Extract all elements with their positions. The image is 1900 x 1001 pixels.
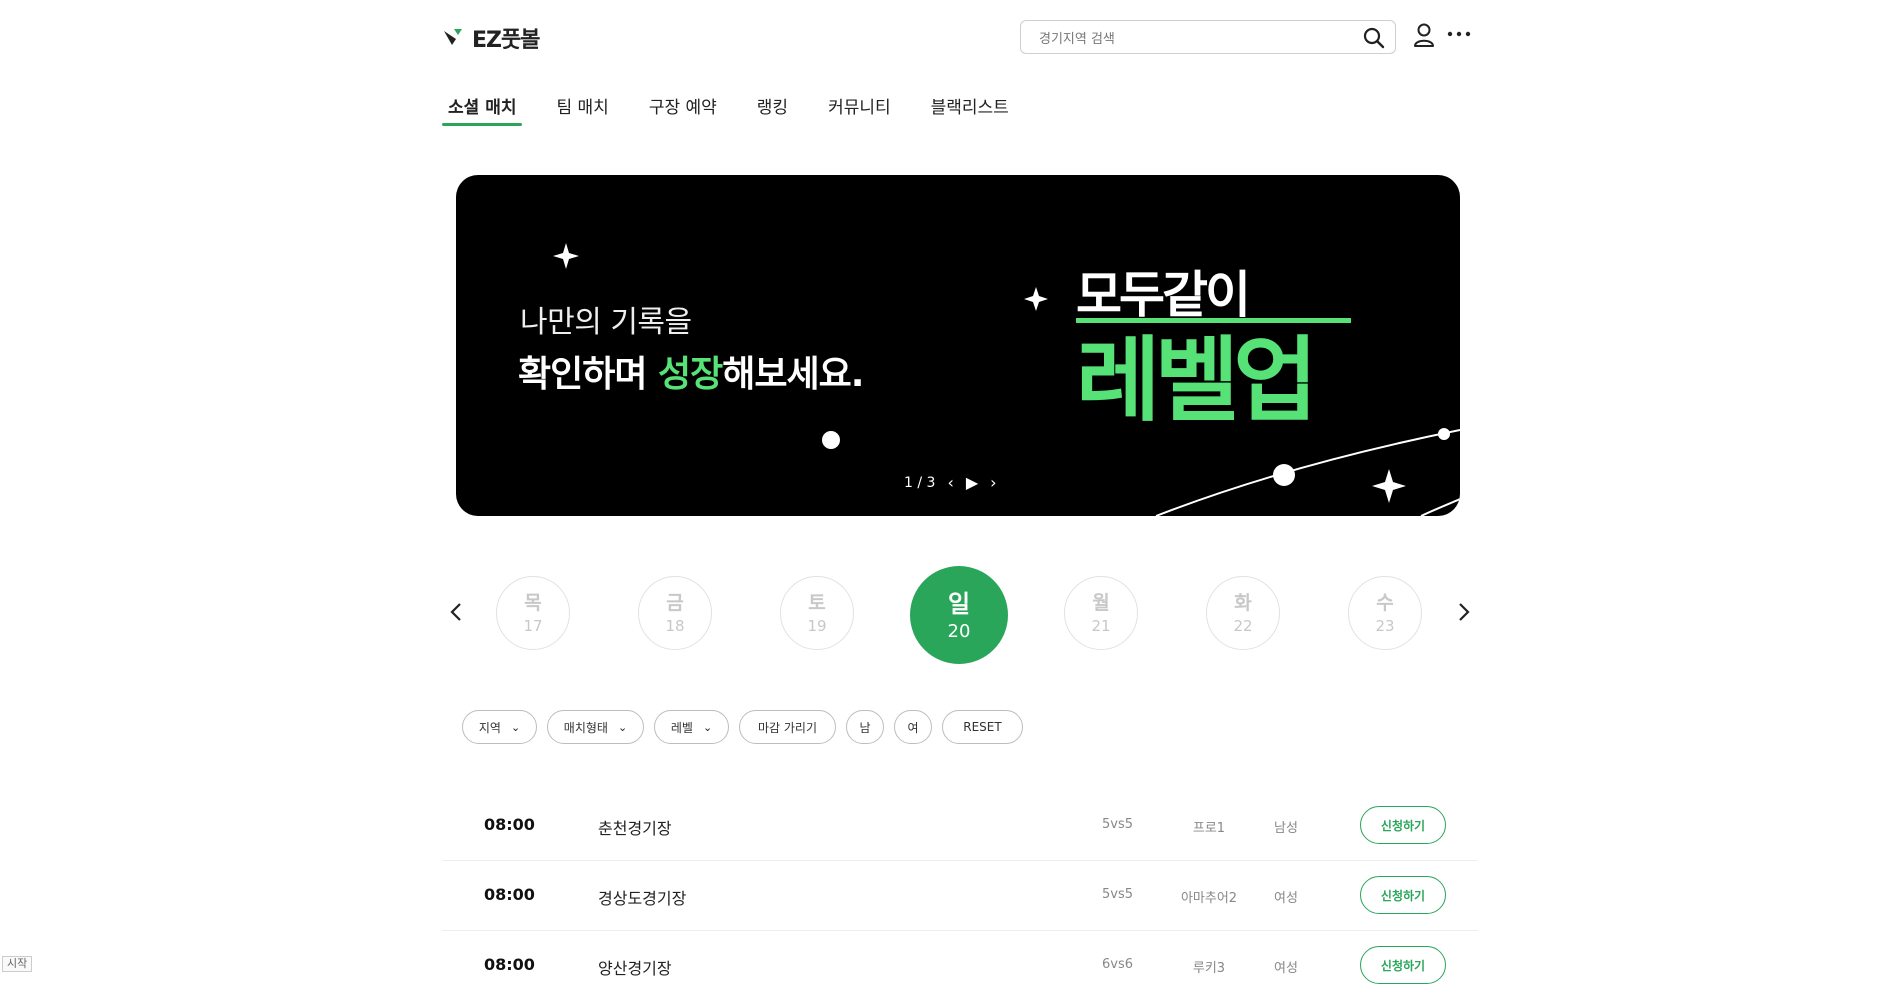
more-options-icon[interactable]	[1446, 24, 1472, 44]
date-tue[interactable]: 화 22	[1206, 576, 1280, 650]
banner-line2-post: 해보세요.	[722, 354, 864, 395]
page-container: EZ풋볼 소셜 매치 팀 매치 구장 예약 랭킹 커뮤니티 블랙리스트	[442, 0, 1478, 984]
match-format: 5vs5	[1102, 887, 1134, 902]
match-type-select-label: 매치형태	[563, 720, 608, 735]
date-dow: 금	[666, 592, 684, 614]
banner-prev-icon[interactable]: ‹	[947, 473, 953, 492]
reset-button[interactable]: RESET	[942, 710, 1023, 744]
date-num: 20	[947, 621, 971, 642]
date-mon[interactable]: 월 21	[1064, 576, 1138, 650]
date-wed[interactable]: 수 23	[1348, 576, 1422, 650]
site-logo[interactable]: EZ풋볼	[442, 22, 540, 54]
search-icon[interactable]	[1363, 27, 1385, 49]
user-icon[interactable]	[1412, 22, 1436, 48]
match-level: 프로1	[1192, 821, 1226, 836]
male-filter-button[interactable]: 남	[846, 710, 884, 744]
match-row[interactable]: 08:00 양산경기장 6vs6 루키3 여성 신청하기	[442, 931, 1478, 1001]
banner-controls: 1 / 3 ‹ ▶ ›	[904, 473, 997, 492]
start-tab[interactable]: 시작	[2, 956, 33, 972]
date-dow: 목	[524, 592, 542, 614]
nav-ranking[interactable]: 랭킹	[751, 96, 794, 126]
main-nav: 소셜 매치 팀 매치 구장 예약 랭킹 커뮤니티 블랙리스트	[442, 96, 1043, 128]
date-fri[interactable]: 금 18	[638, 576, 712, 650]
level-select[interactable]: 레벨 ⌄	[654, 710, 729, 744]
banner-line2-highlight: 성장	[658, 354, 723, 395]
match-stadium: 춘천경기장	[598, 819, 672, 838]
date-thu[interactable]: 목 17	[496, 576, 570, 650]
date-dow: 수	[1376, 592, 1394, 614]
match-gender: 여성	[1274, 891, 1298, 906]
banner-counter: 1 / 3	[904, 474, 936, 491]
chevron-down-icon: ⌄	[510, 720, 521, 734]
match-stadium: 양산경기장	[598, 959, 672, 978]
match-time: 08:00	[484, 885, 535, 904]
banner-title-1: 모두같이	[1076, 266, 1251, 324]
match-row[interactable]: 08:00 춘천경기장 5vs5 프로1 남성 신청하기	[442, 791, 1478, 861]
nav-community[interactable]: 커뮤니티	[822, 96, 897, 126]
hide-closed-button[interactable]: 마감 가리기	[739, 710, 836, 744]
banner-next-icon[interactable]: ›	[990, 473, 996, 492]
date-next-icon[interactable]	[1454, 600, 1474, 624]
level-select-label: 레벨	[670, 720, 693, 735]
nav-team-match[interactable]: 팀 매치	[550, 96, 614, 126]
nav-stadium-booking[interactable]: 구장 예약	[643, 96, 723, 126]
date-num: 18	[665, 617, 685, 635]
apply-button[interactable]: 신청하기	[1360, 806, 1446, 844]
search-input[interactable]	[1037, 28, 1341, 50]
date-dow: 일	[947, 590, 971, 618]
female-filter-button[interactable]: 여	[894, 710, 932, 744]
chevron-down-icon: ⌄	[617, 720, 628, 734]
search-box[interactable]	[1020, 20, 1396, 54]
filter-bar: 지역 ⌄ 매치형태 ⌄ 레벨 ⌄ 마감 가리기 남 여 RESET	[462, 710, 1023, 744]
match-gender: 남성	[1274, 821, 1298, 836]
match-time: 08:00	[484, 955, 535, 974]
nav-social-match[interactable]: 소셜 매치	[442, 96, 523, 126]
banner-play-icon[interactable]: ▶	[966, 473, 978, 492]
region-select-label: 지역	[478, 720, 501, 735]
date-dow: 월	[1092, 592, 1110, 614]
logo-mark-icon	[444, 29, 462, 45]
match-level: 아마추어2	[1180, 891, 1238, 906]
nav-blacklist[interactable]: 블랙리스트	[925, 96, 1015, 126]
date-dow: 토	[808, 592, 826, 614]
date-num: 17	[523, 617, 543, 635]
match-format: 5vs5	[1102, 817, 1134, 832]
banner-title-2: 레벨업	[1076, 327, 1318, 434]
match-row[interactable]: 08:00 경상도경기장 5vs5 아마추어2 여성 신청하기	[442, 861, 1478, 931]
apply-button[interactable]: 신청하기	[1360, 876, 1446, 914]
date-num: 23	[1375, 617, 1395, 635]
banner-line1: 나만의 기록을	[520, 305, 692, 340]
date-dow: 화	[1234, 592, 1252, 614]
region-select[interactable]: 지역 ⌄	[462, 710, 537, 744]
promo-banner[interactable]: 나만의 기록을 확인하며 성장해보세요. 모두같이 레벨업 1 / 3 ‹ ▶ …	[456, 175, 1460, 516]
banner-line2-pre: 확인하며	[518, 354, 659, 395]
match-time: 08:00	[484, 815, 535, 834]
date-sat[interactable]: 토 19	[780, 576, 854, 650]
match-type-select[interactable]: 매치형태 ⌄	[547, 710, 644, 744]
date-num: 22	[1233, 617, 1253, 635]
match-stadium: 경상도경기장	[598, 889, 687, 908]
date-num: 21	[1091, 617, 1111, 635]
match-format: 6vs6	[1102, 957, 1134, 972]
apply-button[interactable]: 신청하기	[1360, 946, 1446, 984]
date-prev-icon[interactable]	[446, 600, 466, 624]
date-num: 19	[807, 617, 827, 635]
banner-line2: 확인하며 성장해보세요.	[518, 345, 864, 397]
logo-text: EZ풋볼	[472, 28, 540, 53]
banner-title-bar	[1076, 318, 1351, 323]
date-sun-selected[interactable]: 일 20	[910, 566, 1008, 664]
chevron-down-icon: ⌄	[702, 720, 713, 734]
